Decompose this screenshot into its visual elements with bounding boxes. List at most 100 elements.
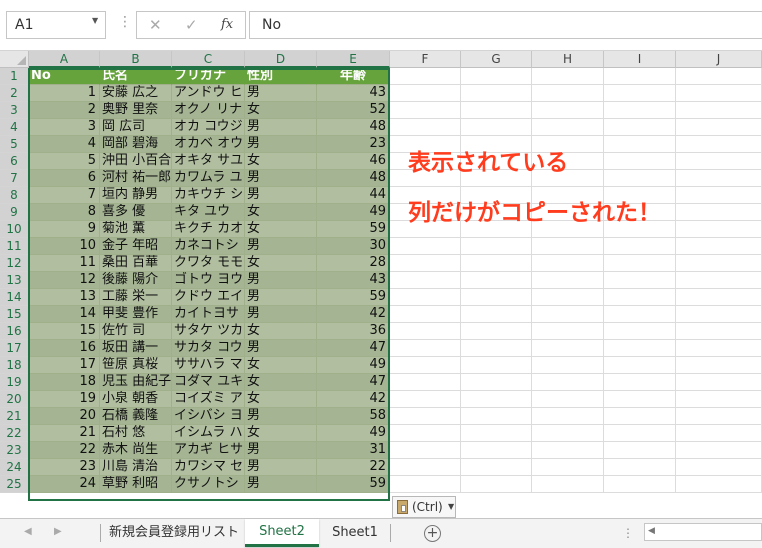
empty-cell[interactable]: [461, 272, 532, 289]
cell-name[interactable]: 坂田 講一: [100, 340, 172, 357]
empty-cell[interactable]: [676, 408, 762, 425]
cell-name[interactable]: 河村 祐一郎: [100, 170, 172, 187]
empty-cell[interactable]: [461, 119, 532, 136]
empty-cell[interactable]: [604, 289, 676, 306]
empty-cell[interactable]: [390, 102, 461, 119]
empty-cell[interactable]: [461, 238, 532, 255]
cell-furigana[interactable]: コダマ ユキ: [172, 374, 245, 391]
row-header-17[interactable]: 17: [0, 340, 29, 357]
empty-cell[interactable]: [390, 289, 461, 306]
column-header-j[interactable]: J: [676, 51, 762, 68]
empty-cell[interactable]: [604, 442, 676, 459]
empty-cell[interactable]: [604, 306, 676, 323]
paste-options-button[interactable]: (Ctrl) ▼: [392, 496, 456, 518]
select-all-corner[interactable]: [0, 51, 29, 68]
name-box[interactable]: A1: [6, 11, 106, 39]
cell-no[interactable]: 15: [29, 323, 100, 340]
row-header-9[interactable]: 9: [0, 204, 29, 221]
empty-cell[interactable]: [461, 374, 532, 391]
empty-cell[interactable]: [532, 289, 604, 306]
cell-furigana[interactable]: オカベ オウ: [172, 136, 245, 153]
cell-name[interactable]: 岡 広司: [100, 119, 172, 136]
cell-no[interactable]: 10: [29, 238, 100, 255]
row-header-3[interactable]: 3: [0, 102, 29, 119]
row-header-5[interactable]: 5: [0, 136, 29, 153]
cell-age[interactable]: 49: [317, 204, 390, 221]
empty-cell[interactable]: [676, 204, 762, 221]
cell-age[interactable]: 23: [317, 136, 390, 153]
cell-age[interactable]: 59: [317, 221, 390, 238]
cell-gender[interactable]: 男: [245, 476, 317, 493]
empty-cell[interactable]: [604, 476, 676, 493]
cell-age[interactable]: 52: [317, 102, 390, 119]
empty-cell[interactable]: [676, 306, 762, 323]
cell-no[interactable]: 9: [29, 221, 100, 238]
cell-age[interactable]: 47: [317, 374, 390, 391]
cell-gender[interactable]: 女: [245, 255, 317, 272]
cell-gender[interactable]: 女: [245, 102, 317, 119]
empty-cell[interactable]: [676, 374, 762, 391]
empty-cell[interactable]: [676, 153, 762, 170]
cell-furigana[interactable]: カワシマ セ: [172, 459, 245, 476]
empty-cell[interactable]: [461, 255, 532, 272]
column-header-d[interactable]: D: [245, 51, 317, 68]
empty-cell[interactable]: [390, 85, 461, 102]
cell-age[interactable]: 48: [317, 119, 390, 136]
row-header-24[interactable]: 24: [0, 459, 29, 476]
cell-name[interactable]: 桑田 百華: [100, 255, 172, 272]
cell-no[interactable]: 22: [29, 442, 100, 459]
cell-gender[interactable]: 男: [245, 442, 317, 459]
row-header-13[interactable]: 13: [0, 272, 29, 289]
cell-no[interactable]: 2: [29, 102, 100, 119]
row-header-19[interactable]: 19: [0, 374, 29, 391]
cell-furigana[interactable]: コイズミ ア: [172, 391, 245, 408]
cell-furigana[interactable]: カワムラ ユ: [172, 170, 245, 187]
cell-name[interactable]: 川島 清治: [100, 459, 172, 476]
cell-no[interactable]: 19: [29, 391, 100, 408]
cell-furigana[interactable]: カイトヨサ: [172, 306, 245, 323]
cell-gender[interactable]: 男: [245, 459, 317, 476]
row-header-16[interactable]: 16: [0, 323, 29, 340]
empty-cell[interactable]: [390, 357, 461, 374]
empty-cell[interactable]: [532, 476, 604, 493]
row-header-15[interactable]: 15: [0, 306, 29, 323]
cell-name[interactable]: 喜多 優: [100, 204, 172, 221]
cell-age[interactable]: 43: [317, 272, 390, 289]
cell-no[interactable]: 1: [29, 85, 100, 102]
empty-cell[interactable]: [390, 476, 461, 493]
empty-cell[interactable]: [390, 374, 461, 391]
empty-cell[interactable]: [676, 357, 762, 374]
empty-cell[interactable]: [532, 68, 604, 85]
cell-no[interactable]: 12: [29, 272, 100, 289]
empty-cell[interactable]: [532, 85, 604, 102]
row-header-20[interactable]: 20: [0, 391, 29, 408]
empty-cell[interactable]: [461, 357, 532, 374]
empty-cell[interactable]: [532, 408, 604, 425]
cell-gender[interactable]: 女: [245, 425, 317, 442]
cell-furigana[interactable]: キタ ユウ: [172, 204, 245, 221]
cell-furigana[interactable]: アンドウ ヒ: [172, 85, 245, 102]
formula-input[interactable]: No: [249, 11, 762, 39]
cell-name[interactable]: 奥野 里奈: [100, 102, 172, 119]
cell-age[interactable]: 36: [317, 323, 390, 340]
cell-gender[interactable]: 女: [245, 357, 317, 374]
empty-cell[interactable]: [676, 459, 762, 476]
empty-cell[interactable]: [676, 255, 762, 272]
empty-cell[interactable]: [532, 306, 604, 323]
empty-cell[interactable]: [461, 408, 532, 425]
enter-icon[interactable]: ✓: [185, 16, 198, 34]
header-cell-gender[interactable]: 性別: [245, 68, 317, 85]
row-header-18[interactable]: 18: [0, 357, 29, 374]
empty-cell[interactable]: [676, 323, 762, 340]
column-header-b[interactable]: B: [100, 51, 172, 68]
empty-cell[interactable]: [604, 374, 676, 391]
empty-cell[interactable]: [532, 238, 604, 255]
header-cell-no[interactable]: No: [29, 68, 100, 85]
cell-name[interactable]: 小泉 朝香: [100, 391, 172, 408]
empty-cell[interactable]: [390, 442, 461, 459]
cell-no[interactable]: 3: [29, 119, 100, 136]
horizontal-scrollbar[interactable]: ◀: [644, 523, 762, 541]
cell-furigana[interactable]: カネコトシ: [172, 238, 245, 255]
cell-gender[interactable]: 女: [245, 221, 317, 238]
empty-cell[interactable]: [532, 340, 604, 357]
